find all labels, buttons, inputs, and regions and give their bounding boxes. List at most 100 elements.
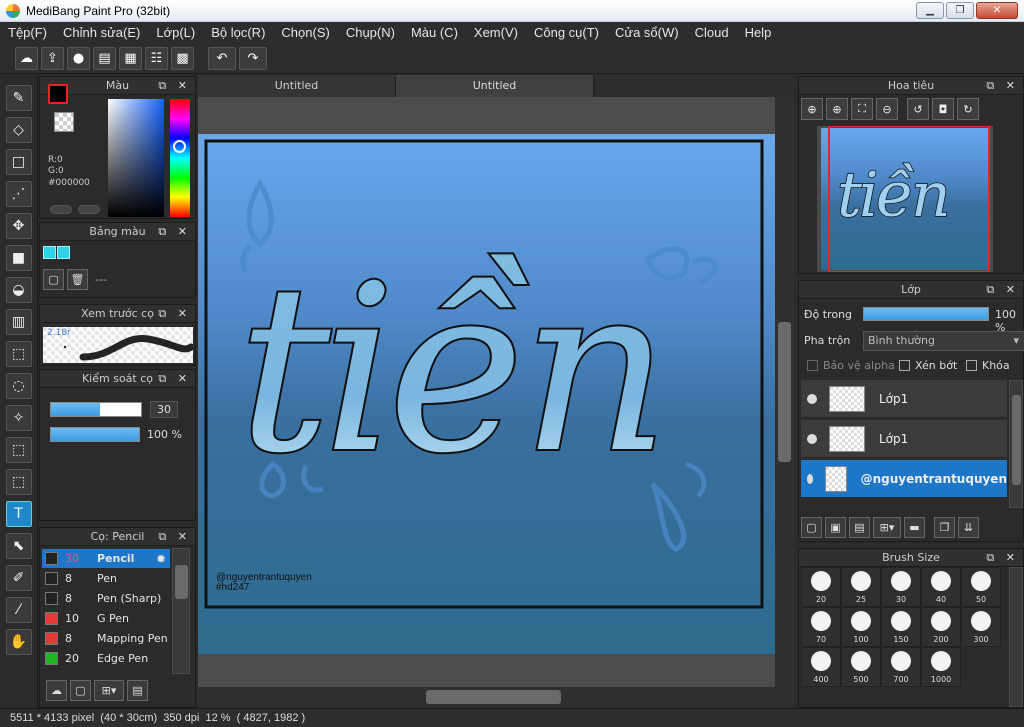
lock-checkbox[interactable]: Khóa	[966, 359, 1010, 372]
new-1bit-layer-icon[interactable]: ▤	[849, 517, 870, 538]
move-tool-icon[interactable]: ✥	[5, 213, 32, 239]
foreground-color-swatch[interactable]	[48, 84, 68, 104]
new-layer-icon[interactable]: ▢	[801, 517, 822, 538]
divide-tool-icon[interactable]: ✐	[5, 565, 32, 591]
brush-size-slider[interactable]	[50, 402, 142, 417]
select-tool-icon[interactable]: ⬚	[5, 341, 32, 367]
clipping-checkbox[interactable]: Xén bớt	[899, 359, 957, 372]
menu-cloud[interactable]: Cloud	[695, 25, 729, 40]
fit-screen-icon[interactable]: ⛶	[851, 98, 873, 120]
scrollbar-thumb[interactable]	[175, 565, 188, 599]
trash-icon[interactable]: 🗑	[67, 269, 88, 290]
minimize-button[interactable]: ▁	[916, 2, 944, 19]
brush-size-preset[interactable]: 700	[881, 647, 921, 687]
menu-file[interactable]: Tệp(F)	[8, 25, 47, 40]
brush-size-preset[interactable]: 70	[801, 607, 841, 647]
brush-size-preset[interactable]: 20	[801, 567, 841, 607]
menu-window[interactable]: Cửa sổ(W)	[615, 25, 679, 40]
scrollbar-thumb[interactable]	[778, 322, 791, 462]
lasso-tool-icon[interactable]: ◌	[5, 373, 32, 399]
brush-size-preset[interactable]: 400	[801, 647, 841, 687]
menu-tools[interactable]: Công cụ(T)	[534, 25, 599, 40]
layer-list-scrollbar[interactable]	[1009, 380, 1023, 508]
share-icon[interactable]: ⇪	[41, 46, 64, 70]
note-icon[interactable]: ▤	[93, 46, 116, 70]
grid-icon[interactable]: ▩	[171, 46, 194, 70]
brush-size-value[interactable]: 30	[150, 401, 178, 418]
add-brush-icon[interactable]: ⊞▾	[94, 680, 124, 701]
tab-untitled-1[interactable]: Untitled	[198, 75, 396, 97]
reset-view-icon[interactable]: ◘	[932, 98, 954, 120]
blend-mode-select[interactable]: Bình thường ▾	[863, 331, 1024, 351]
menu-select[interactable]: Chọn(S)	[281, 25, 329, 40]
canvas-viewport[interactable]: tiền @nguyentrantuquyen #hd247	[198, 97, 775, 687]
brush-item-pen-sharp[interactable]: 8 Pen (Sharp)	[42, 589, 170, 608]
brush-item-g-pen[interactable]: 10 G Pen	[42, 609, 170, 628]
brush-item-mapping-pen[interactable]: 8 Mapping Pen	[42, 629, 170, 648]
layer-row[interactable]: Lớp1	[801, 380, 1007, 418]
menu-filter[interactable]: Bộ lọc(R)	[211, 25, 265, 40]
select-eraser-tool-icon[interactable]: ⬚	[5, 469, 32, 495]
new-palette-icon[interactable]: ▢	[43, 269, 64, 290]
brush-size-preset[interactable]: 25	[841, 567, 881, 607]
undo-icon[interactable]: ↶	[208, 46, 236, 70]
brush-opacity-slider[interactable]	[50, 427, 140, 442]
scrollbar-thumb[interactable]	[426, 690, 561, 704]
canvas-vertical-scrollbar[interactable]	[775, 97, 794, 687]
visibility-icon[interactable]	[807, 433, 817, 444]
gradient-tool-icon[interactable]: ▥	[5, 309, 32, 335]
panel-controls[interactable]: ⧉ ✕	[986, 77, 1019, 95]
panel-controls[interactable]: ⧉ ✕	[158, 305, 191, 323]
panel-controls[interactable]: ⧉ ✕	[986, 549, 1019, 567]
hue-slider-handle[interactable]	[173, 140, 186, 153]
magic-wand-tool-icon[interactable]: ✧	[5, 405, 32, 431]
rotate-left-icon[interactable]: ↺	[907, 98, 929, 120]
cloud-icon[interactable]: ☁	[15, 46, 38, 70]
canvas-horizontal-scrollbar[interactable]	[198, 687, 794, 707]
brush-item-edge-pen[interactable]: 20 Edge Pen	[42, 649, 170, 668]
close-button[interactable]: ✕	[976, 2, 1018, 19]
select-pen-tool-icon[interactable]: ⬚	[5, 437, 32, 463]
brush-size-preset[interactable]: 150	[881, 607, 921, 647]
brush-size-preset[interactable]: 300	[961, 607, 1001, 647]
zoom-in-icon[interactable]: ⊕	[826, 98, 848, 120]
brush-size-preset[interactable]: 1000	[921, 647, 961, 687]
maximize-button[interactable]: ❐	[946, 2, 974, 19]
rotate-right-icon[interactable]: ↻	[957, 98, 979, 120]
brush-size-preset[interactable]: 50	[961, 567, 1001, 607]
text-tool-icon[interactable]: T	[5, 501, 32, 527]
duplicate-layer-icon[interactable]: ❐	[934, 517, 955, 538]
brush-size-preset[interactable]: 30	[881, 567, 921, 607]
rectangle-tool-icon[interactable]: □	[5, 149, 32, 175]
color-mode-button[interactable]	[50, 205, 72, 214]
layer-row[interactable]: Lớp1	[801, 420, 1007, 458]
brush-tool-icon[interactable]: ✎	[5, 85, 32, 111]
brush-size-preset[interactable]: 500	[841, 647, 881, 687]
zoom-fit-icon[interactable]: ⊕	[801, 98, 823, 120]
panel-controls[interactable]: ⧉ ✕	[986, 281, 1019, 299]
background-color-swatch[interactable]	[54, 112, 74, 132]
folder-icon[interactable]: ▬	[904, 517, 925, 538]
hand-tool-icon[interactable]: ✋	[5, 629, 32, 655]
panel-controls[interactable]: ⧉ ✕	[158, 77, 191, 95]
scrollbar-thumb[interactable]	[1012, 395, 1021, 485]
bucket-tool-icon[interactable]: ◒	[5, 277, 32, 303]
panel-controls[interactable]: ⧉ ✕	[158, 223, 191, 241]
zoom-out-icon[interactable]: ⊖	[876, 98, 898, 120]
operation-tool-icon[interactable]: ⬉	[5, 533, 32, 559]
comment-icon[interactable]: ●	[67, 46, 90, 70]
brush-list-scrollbar[interactable]	[172, 548, 190, 674]
palette-swatch[interactable]	[57, 246, 70, 259]
new-brush-icon[interactable]: ▢	[70, 680, 91, 701]
hue-slider[interactable]	[170, 99, 190, 217]
dot-tool-icon[interactable]: ⋰	[5, 181, 32, 207]
gear-icon[interactable]: ✹	[156, 552, 166, 566]
menu-help[interactable]: Help	[745, 25, 772, 40]
panel-controls[interactable]: ⧉ ✕	[158, 528, 191, 546]
fill-rect-tool-icon[interactable]: ■	[5, 245, 32, 271]
brush-item-pencil[interactable]: 30 Pencil ✹	[42, 549, 170, 568]
brush-item-pen[interactable]: 8 Pen	[42, 569, 170, 588]
add-layer-menu-icon[interactable]: ⊞▾	[873, 517, 901, 538]
eraser-tool-icon[interactable]: ◇	[5, 117, 32, 143]
brush-size-preset[interactable]: 100	[841, 607, 881, 647]
